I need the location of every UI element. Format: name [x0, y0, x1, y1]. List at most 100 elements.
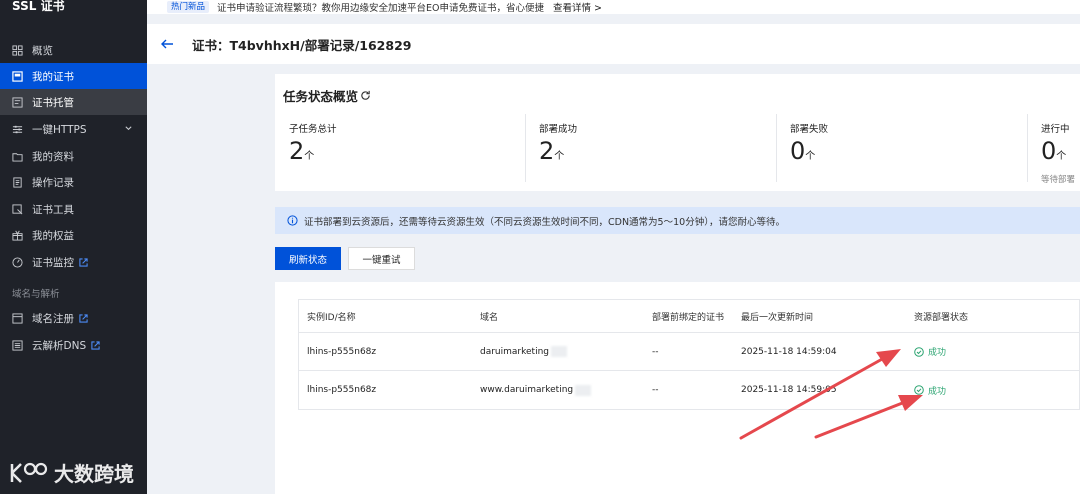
status-badge: 成功	[914, 384, 946, 397]
page-header: 证书：T4bvhhxH/部署记录/162829	[147, 24, 1080, 64]
watermark-text: 大数跨境	[54, 462, 134, 486]
sidebar-item-my-certs[interactable]: 我的证书	[0, 63, 147, 89]
sidebar: SSL 证书 概览 我的证书 证书托管 一键HTTPS 我的资料 操作记录 证书…	[0, 0, 147, 494]
sidebar-item-benefits[interactable]: 我的权益	[0, 222, 147, 248]
document-icon	[12, 176, 23, 188]
domain-name: daruimarketing	[480, 346, 549, 357]
status-badge: 成功	[914, 345, 946, 358]
deployment-table: 实例ID/名称 域名 部署前绑定的证书 最后一次更新时间 资源部署状态 lhin…	[298, 299, 1080, 410]
external-link-icon	[79, 313, 88, 323]
sidebar-item-label: 我的资料	[32, 150, 74, 163]
sidebar-item-label: 一键HTTPS	[32, 123, 87, 136]
column-header: 资源部署状态	[914, 312, 969, 323]
sidebar-item-dns[interactable]: 云解析DNS	[0, 332, 147, 358]
stat-value-wrap: 0个	[790, 137, 828, 171]
sidebar-item-my-info[interactable]: 我的资料	[0, 143, 147, 169]
external-link-icon	[79, 257, 88, 267]
status-cell: 成功	[914, 371, 946, 409]
domain-cell: www.daruimarketing	[480, 371, 592, 409]
sidebar-item-https[interactable]: 一键HTTPS	[0, 116, 147, 142]
prev-cert: --	[652, 385, 659, 395]
notice-detail-link[interactable]: 查看详情 >	[553, 0, 602, 14]
stat-value: 0	[790, 137, 806, 165]
sidebar-item-domain[interactable]: 域名注册	[0, 305, 147, 331]
stat-value-wrap: 0个	[1041, 137, 1080, 171]
stat-sub-label: 等待部署	[1041, 175, 1076, 183]
domain-icon	[12, 312, 23, 324]
hosting-icon	[12, 96, 23, 108]
refresh-icon[interactable]	[360, 90, 371, 101]
hot-badge: 热门新品	[167, 1, 210, 13]
divider	[525, 114, 526, 182]
updated-time: 2025-11-18 14:59:05	[741, 385, 837, 395]
redaction-blur	[575, 384, 592, 396]
table-row: lhins-p555n68z daruimarketing -- 2025-11…	[299, 333, 1079, 371]
domain-name: www.daruimarketing	[480, 385, 574, 395]
watermark: 大数跨境	[8, 458, 134, 487]
sidebar-item-label: 证书工具	[32, 203, 74, 216]
sidebar-item-label: 概览	[32, 44, 53, 57]
column-header: 实例ID/名称	[307, 312, 356, 323]
prev-cert: --	[652, 346, 659, 357]
task-overview-card: 任务状态概览 子任务总计 2个 部署成功 2个 部署失败 0个 进行中 0个 等…	[275, 74, 1080, 191]
divider	[1027, 114, 1028, 182]
sidebar-item-monitor[interactable]: 证书监控	[0, 249, 147, 275]
sidebar-item-tools[interactable]: 证书工具	[0, 196, 147, 222]
sidebar-item-label: 我的权益	[32, 229, 74, 242]
retry-all-button[interactable]: 一键重试	[348, 247, 415, 270]
instance-id: lhins-p555n68z	[307, 385, 377, 395]
info-banner: 证书部署到云资源后，还需等待云资源生效（不同云资源生效时间不同，CDN通常为5～…	[275, 207, 1080, 234]
page-title: 证书：T4bvhhxH/部署记录/162829	[192, 37, 412, 53]
stat-label: 进行中	[1041, 124, 1070, 135]
stat-label: 部署成功	[539, 124, 578, 135]
stat-label: 子任务总计	[289, 124, 337, 135]
updated-time: 2025-11-18 14:59:04	[741, 346, 837, 357]
info-text: 证书部署到云资源后，还需等待云资源生效（不同云资源生效时间不同，CDN通常为5～…	[304, 216, 785, 228]
grid-icon	[12, 44, 23, 56]
stat-value: 2	[539, 137, 555, 165]
info-icon	[287, 215, 298, 226]
sidebar-item-label: 证书监控	[32, 256, 74, 269]
sidebar-item-label: 域名注册	[32, 312, 74, 325]
certificate-icon	[12, 70, 23, 82]
column-header: 域名	[480, 312, 499, 323]
stat-total: 子任务总计 2个	[289, 113, 337, 183]
stat-success: 部署成功 2个	[539, 113, 577, 183]
stat-unit: 个	[805, 151, 816, 162]
column-header: 部署前绑定的证书	[652, 312, 725, 323]
tool-icon	[12, 203, 23, 215]
stat-unit: 个	[1056, 151, 1067, 162]
status-text: 成功	[928, 348, 947, 358]
divider	[776, 114, 777, 182]
status-cell: 成功	[914, 333, 946, 370]
stat-value: 0	[1041, 137, 1057, 165]
sidebar-item-label: 我的证书	[32, 70, 74, 83]
folder-icon	[12, 151, 23, 162]
overview-title-wrap: 任务状态概览	[283, 86, 371, 105]
sidebar-item-hosting[interactable]: 证书托管	[0, 89, 147, 115]
stat-unit: 个	[304, 151, 315, 162]
sidebar-item-overview[interactable]: 概览	[0, 37, 147, 63]
sidebar-item-label: 证书托管	[32, 96, 74, 109]
stat-in-progress: 进行中 0个 等待部署	[1041, 113, 1080, 183]
sidebar-item-label: 操作记录	[32, 176, 74, 189]
back-arrow-icon[interactable]	[160, 37, 174, 51]
table-header-row: 实例ID/名称 域名 部署前绑定的证书 最后一次更新时间 资源部署状态	[299, 300, 1079, 333]
check-circle-icon	[914, 385, 924, 395]
redaction-blur	[551, 346, 567, 357]
refresh-status-button[interactable]: 刷新状态	[275, 247, 341, 270]
stat-unit: 个	[554, 151, 565, 162]
notice-text: 证书申请验证流程繁琐？教你用边缘安全加速平台EO申请免费证书，省心便捷	[217, 3, 544, 14]
external-link-icon	[91, 340, 100, 350]
sidebar-item-logs[interactable]: 操作记录	[0, 169, 147, 195]
sliders-icon	[12, 124, 23, 135]
overview-title: 任务状态概览	[283, 89, 359, 104]
monitor-icon	[12, 256, 23, 268]
stat-label: 部署失败	[790, 124, 829, 135]
check-circle-icon	[914, 346, 924, 357]
stat-value-wrap: 2个	[539, 137, 577, 171]
domain-cell: daruimarketing	[480, 333, 567, 370]
watermark-logo-icon	[10, 462, 48, 483]
stat-value: 2	[289, 137, 305, 165]
gift-icon	[12, 230, 23, 241]
